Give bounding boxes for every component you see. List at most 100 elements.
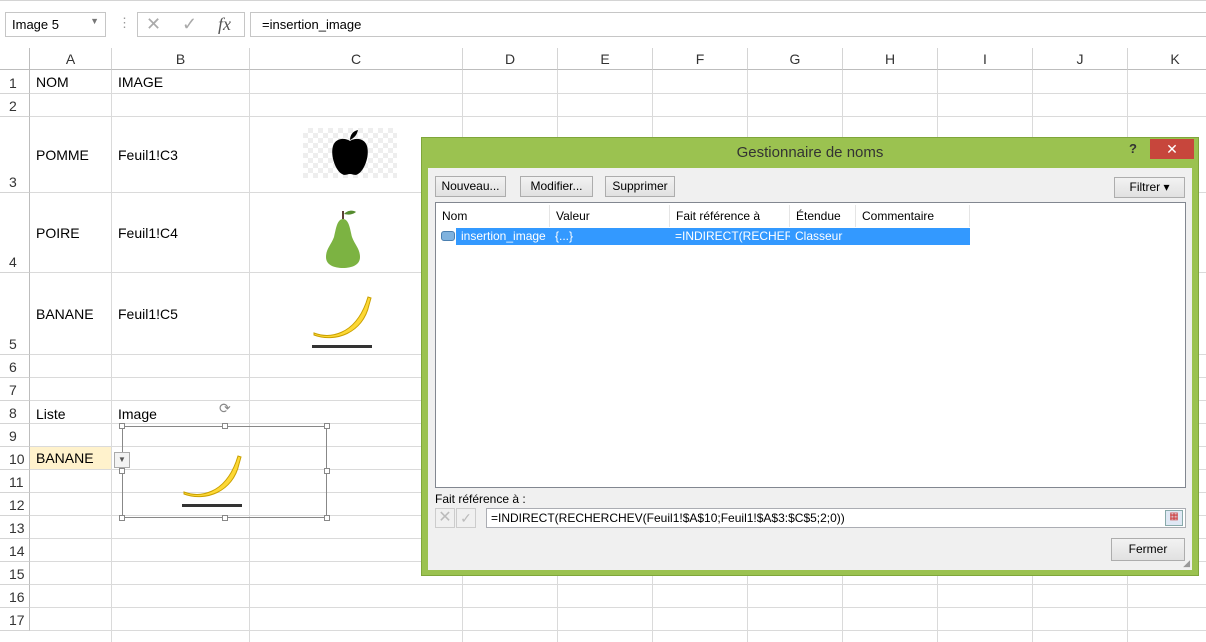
rotate-handle-icon[interactable]: ⟳ <box>219 400 231 417</box>
row-header-12[interactable]: 12 <box>0 493 30 516</box>
list-row[interactable]: insertion_image {...} =INDIRECT(RECHER..… <box>456 228 970 245</box>
row-header-15[interactable]: 15 <box>0 562 30 585</box>
range-select-icon[interactable]: ▦ <box>1165 510 1183 526</box>
row-header-10[interactable]: 10 <box>0 447 30 470</box>
resize-handle[interactable] <box>324 423 330 429</box>
column-gridline <box>249 70 250 642</box>
header-refers-to[interactable]: Fait référence à <box>670 205 790 227</box>
row-gridline <box>30 584 1206 585</box>
row-header-11[interactable]: 11 <box>0 470 30 493</box>
cell-A1[interactable]: NOM <box>30 70 111 93</box>
row-header-14[interactable]: 14 <box>0 539 30 562</box>
banana-icon <box>182 455 242 507</box>
header-name[interactable]: Nom <box>436 205 550 227</box>
column-header-H[interactable]: H <box>843 48 938 70</box>
row-gridline <box>30 93 1206 94</box>
cancel-icon[interactable]: ✕ <box>435 508 455 528</box>
row-header-4[interactable]: 4 <box>0 193 30 273</box>
column-header-I[interactable]: I <box>938 48 1033 70</box>
cell-B4[interactable]: Feuil1!C4 <box>112 193 249 272</box>
select-all-corner[interactable] <box>0 48 30 70</box>
cell-A10[interactable]: BANANE <box>30 447 111 469</box>
row-header-9[interactable]: 9 <box>0 424 30 447</box>
row-header-13[interactable]: 13 <box>0 516 30 539</box>
header-comment[interactable]: Commentaire <box>856 205 970 227</box>
insert-function-icon[interactable]: fx <box>218 14 231 35</box>
column-header-J[interactable]: J <box>1033 48 1128 70</box>
row-header-5[interactable]: 5 <box>0 273 30 355</box>
resize-handle[interactable] <box>119 423 125 429</box>
resize-handle[interactable] <box>119 468 125 474</box>
row-gridline <box>30 607 1206 608</box>
banana-image <box>178 442 244 512</box>
column-header-E[interactable]: E <box>558 48 653 70</box>
row-header-3[interactable]: 3 <box>0 117 30 193</box>
name-tag-icon <box>441 231 455 241</box>
column-header-G[interactable]: G <box>748 48 843 70</box>
close-button[interactable]: ✕ <box>1150 139 1194 159</box>
formula-buttons: ✕ ✓ fx <box>137 12 245 37</box>
column-header-A[interactable]: A <box>30 48 112 70</box>
row-header-1[interactable]: 1 <box>0 70 30 94</box>
cell-A5[interactable]: BANANE <box>30 273 111 354</box>
column-header-B[interactable]: B <box>112 48 250 70</box>
row-header-7[interactable]: 7 <box>0 378 30 401</box>
name-box-value: Image 5 <box>12 17 59 32</box>
enter-icon[interactable]: ✓ <box>182 14 197 35</box>
row-header-16[interactable]: 16 <box>0 585 30 608</box>
resize-handle[interactable] <box>324 515 330 521</box>
resize-handle[interactable] <box>119 515 125 521</box>
filter-button[interactable]: Filtrer ▾ <box>1114 177 1185 198</box>
header-scope[interactable]: Étendue <box>790 205 856 227</box>
delete-button[interactable]: Supprimer <box>605 176 675 197</box>
cancel-icon[interactable]: ✕ <box>146 14 161 35</box>
resize-grip-icon[interactable]: ◢ <box>1183 558 1190 569</box>
resize-handle[interactable] <box>222 423 228 429</box>
dropdown-list-button[interactable]: ▼ <box>114 452 130 468</box>
help-button[interactable]: ? <box>1129 141 1137 156</box>
refers-to-input[interactable]: =INDIRECT(RECHERCHEV(Feuil1!$A$10;Feuil1… <box>486 508 1186 528</box>
header-value[interactable]: Valeur <box>550 205 670 227</box>
cell-B3[interactable]: Feuil1!C3 <box>112 117 249 192</box>
column-header-K[interactable]: K <box>1128 48 1206 70</box>
check-icon[interactable]: ✓ <box>456 508 476 528</box>
cell-A3[interactable]: POMME <box>30 117 111 192</box>
pear-image[interactable] <box>318 205 368 271</box>
row-header-2[interactable]: 2 <box>0 94 30 117</box>
row-value: {...} <box>550 228 670 245</box>
name-box[interactable]: Image 5 ▼ <box>5 12 106 37</box>
dialog-title: Gestionnaire de noms <box>736 144 884 161</box>
column-header-C[interactable]: C <box>250 48 463 70</box>
row-refers-to: =INDIRECT(RECHER... <box>670 228 790 245</box>
column-header-F[interactable]: F <box>653 48 748 70</box>
apple-image[interactable] <box>303 128 397 178</box>
row-header-8[interactable]: 8 <box>0 401 30 424</box>
row-header-6[interactable]: 6 <box>0 355 30 378</box>
row-comment <box>856 228 970 245</box>
banana-icon <box>312 296 372 348</box>
formula-input[interactable]: =insertion_image <box>250 12 1206 37</box>
name-manager-dialog: Gestionnaire de noms ? ✕ Nouveau... Modi… <box>421 137 1199 576</box>
resize-handle[interactable] <box>222 515 228 521</box>
close-dialog-button[interactable]: Fermer <box>1111 538 1185 561</box>
column-header-D[interactable]: D <box>463 48 558 70</box>
pear-icon <box>326 210 360 268</box>
cell-A8[interactable]: Liste <box>30 401 111 423</box>
dialog-body: Nouveau... Modifier... Supprimer Filtrer… <box>428 168 1192 570</box>
cell-A4[interactable]: POIRE <box>30 193 111 272</box>
refers-to-label: Fait référence à : <box>435 492 526 506</box>
row-name: insertion_image <box>456 228 550 245</box>
cell-B1[interactable]: IMAGE <box>112 70 249 93</box>
apple-icon <box>332 130 368 175</box>
cell-B5[interactable]: Feuil1!C5 <box>112 273 249 354</box>
chevron-down-icon[interactable]: ▼ <box>90 16 99 26</box>
names-list[interactable]: Nom Valeur Fait référence à Étendue Comm… <box>435 202 1186 488</box>
row-gridline <box>30 630 1206 631</box>
row-header-17[interactable]: 17 <box>0 608 30 631</box>
banana-image[interactable] <box>308 285 374 351</box>
new-button[interactable]: Nouveau... <box>435 176 506 197</box>
edit-button[interactable]: Modifier... <box>520 176 593 197</box>
selected-picture[interactable] <box>122 426 327 518</box>
grip-icon: ⋮ <box>118 15 131 30</box>
resize-handle[interactable] <box>324 468 330 474</box>
